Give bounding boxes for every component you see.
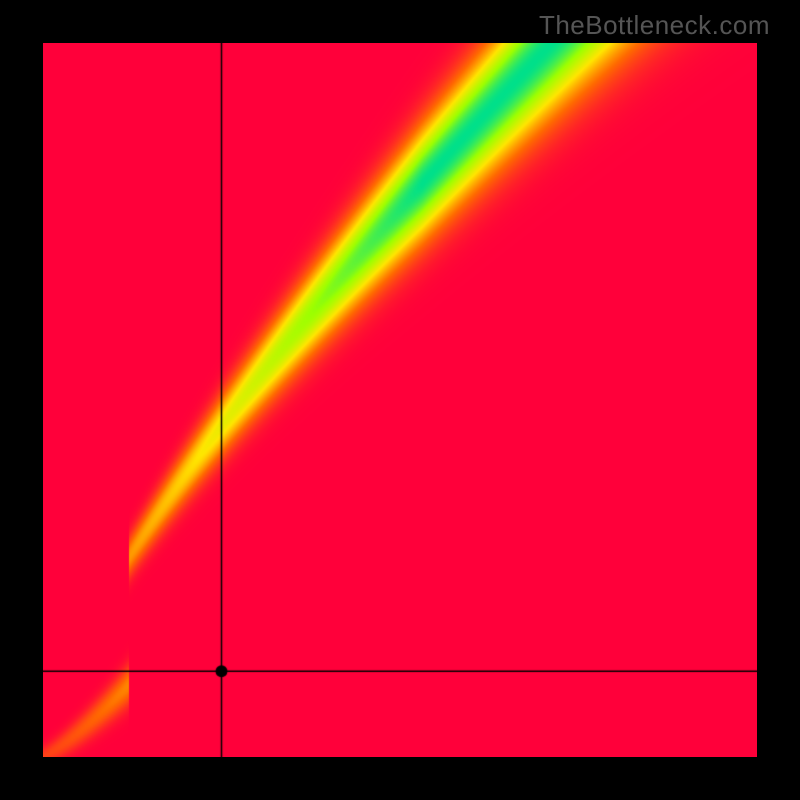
chart-frame: TheBottleneck.com: [0, 0, 800, 800]
watermark-text: TheBottleneck.com: [539, 10, 770, 41]
plot-area: [43, 43, 757, 757]
heatmap-canvas: [43, 43, 757, 757]
